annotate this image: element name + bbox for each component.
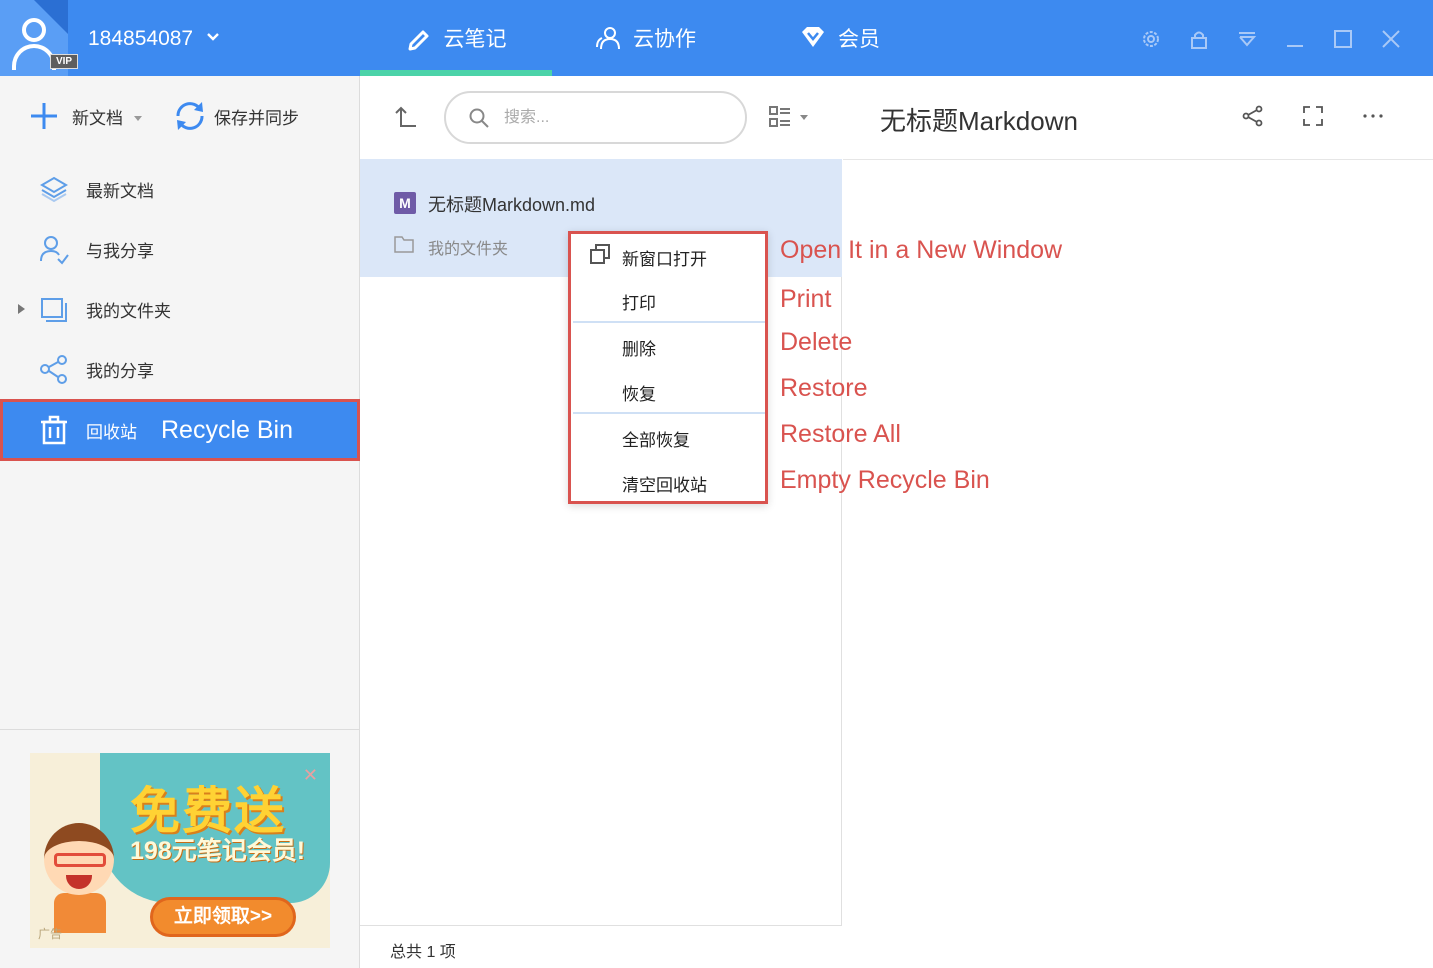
save-sync-button[interactable]: 保存并同步 (172, 98, 299, 134)
sidebar-item-label: 与我分享 (86, 241, 154, 261)
caret-down-icon[interactable] (133, 113, 143, 123)
annotation-delete: Delete (780, 328, 853, 356)
search-icon (469, 108, 489, 128)
preview-header: 无标题Markdown (843, 76, 1433, 160)
sidebar-toolbar: 新文档 保存并同步 (0, 76, 360, 156)
more-icon[interactable] (1361, 104, 1385, 128)
sidebar-divider (0, 729, 360, 730)
tab-label: 云笔记 (443, 28, 507, 51)
preview-panel: 无标题Markdown (843, 76, 1433, 968)
sidebar-item-recent[interactable]: 最新文档 (0, 160, 360, 218)
vip-badge: VIP (50, 54, 78, 69)
menu-print[interactable]: 打印 (571, 278, 765, 322)
ad-claim-button[interactable]: 立即领取>> (150, 897, 296, 937)
menu-delete[interactable]: 删除 (571, 324, 765, 368)
share-icon (40, 355, 67, 384)
menu-separator (573, 412, 765, 414)
file-list-panel: M 无标题Markdown.md 我的文件夹 总共 1 项 (360, 76, 842, 968)
user-share-icon (40, 236, 69, 265)
settings-icon[interactable] (1140, 28, 1162, 50)
sidebar-item-label: 最新文档 (86, 181, 154, 201)
file-path: 我的文件夹 (428, 241, 509, 258)
username[interactable]: 184854087 (88, 27, 193, 51)
menu-empty-recycle-bin[interactable]: 清空回收站 (571, 460, 765, 504)
close-icon[interactable] (1380, 28, 1402, 50)
minimize-icon[interactable] (1284, 28, 1306, 50)
recycle-bin-annotation: Recycle Bin (161, 415, 293, 444)
ad-banner[interactable]: 免费送 198元笔记会员! 立即领取>> 广告 ✕ (30, 753, 330, 948)
file-name: 无标题Markdown.md (428, 195, 596, 215)
view-mode-icon[interactable] (768, 104, 812, 130)
menu-item-label: 恢复 (622, 385, 656, 404)
search-box[interactable] (444, 91, 747, 144)
avatar-head (22, 18, 46, 42)
pencil-icon (408, 30, 428, 51)
list-toolbar (360, 76, 842, 159)
chevron-down-icon[interactable] (206, 30, 220, 44)
sidebar-item-label: 我的文件夹 (86, 301, 171, 321)
sidebar-item-my-shares[interactable]: 我的分享 (0, 340, 360, 398)
annotation-restore: Restore (780, 374, 868, 402)
go-up-icon[interactable] (392, 104, 418, 130)
trash-icon (41, 415, 67, 445)
sidebar-item-label: 回收站 (86, 422, 137, 442)
sidebar-item-label: 我的分享 (86, 361, 154, 381)
new-doc-button[interactable]: 新文档 (28, 100, 143, 132)
menu-open-new-window[interactable]: 新窗口打开 (571, 234, 765, 278)
ad-subline: 198元笔记会员! (130, 837, 306, 865)
sidebar-item-shared-with-me[interactable]: 与我分享 (0, 220, 360, 278)
note-title: 无标题Markdown (880, 106, 1078, 136)
menu-restore[interactable]: 恢复 (571, 369, 765, 413)
item-count: 总共 1 项 (390, 944, 456, 961)
expand-arrow-icon[interactable] (16, 303, 26, 315)
new-doc-label: 新文档 (72, 108, 123, 128)
annotation-empty-recycle-bin: Empty Recycle Bin (780, 466, 990, 494)
sidebar-item-recycle-bin[interactable]: 回收站 Recycle Bin (0, 399, 360, 461)
menu-item-label: 打印 (622, 294, 656, 313)
context-menu: 新窗口打开 打印 删除 恢复 全部恢复 清空回收站 (568, 231, 768, 504)
menu-restore-all[interactable]: 全部恢复 (571, 415, 765, 459)
menu-item-label: 全部恢复 (622, 431, 690, 450)
annotation-print: Print (780, 285, 832, 313)
diamond-icon (802, 27, 824, 47)
sidebar-item-my-folders[interactable]: 我的文件夹 (0, 280, 360, 338)
tab-label: 云协作 (633, 28, 696, 51)
ad-label: 广告 (38, 927, 63, 941)
ad-kid-glasses (54, 853, 106, 867)
sync-icon (176, 102, 204, 130)
tab-label: 会员 (838, 28, 880, 51)
lock-icon[interactable] (1188, 28, 1210, 50)
menu-item-label: 新窗口打开 (622, 250, 707, 269)
menu-item-label: 清空回收站 (622, 476, 707, 495)
sync-label: 保存并同步 (214, 108, 299, 128)
tab-membership[interactable]: 会员 (800, 0, 880, 76)
list-footer: 总共 1 项 (360, 925, 842, 968)
folder-icon (41, 298, 67, 322)
folder-icon (394, 236, 414, 253)
tab-cloud-collab[interactable]: 云协作 (595, 0, 696, 76)
new-window-icon (590, 244, 610, 264)
plus-icon (31, 103, 57, 129)
dropdown-icon[interactable] (1236, 28, 1258, 50)
sidebar: 新文档 保存并同步 最新文档 与我分享 我的文件夹 我的分享 回收站 Recyc… (0, 76, 360, 968)
people-icon (596, 27, 620, 50)
share-icon[interactable] (1241, 104, 1265, 128)
annotation-open-new-window: Open It in a New Window (780, 236, 1063, 264)
menu-item-label: 删除 (622, 340, 656, 359)
menu-separator (573, 321, 765, 323)
search-input[interactable] (504, 105, 724, 131)
fullscreen-icon[interactable] (1301, 104, 1325, 128)
ad-close-icon[interactable]: ✕ (303, 765, 318, 786)
annotation-restore-all: Restore All (780, 420, 901, 448)
maximize-icon[interactable] (1332, 28, 1354, 50)
title-bar: VIP 184854087 云笔记 云协作 会员 (0, 0, 1433, 76)
tab-cloud-notes[interactable]: 云笔记 (360, 0, 552, 76)
markdown-file-icon: M (394, 192, 416, 214)
layers-icon (40, 176, 68, 203)
